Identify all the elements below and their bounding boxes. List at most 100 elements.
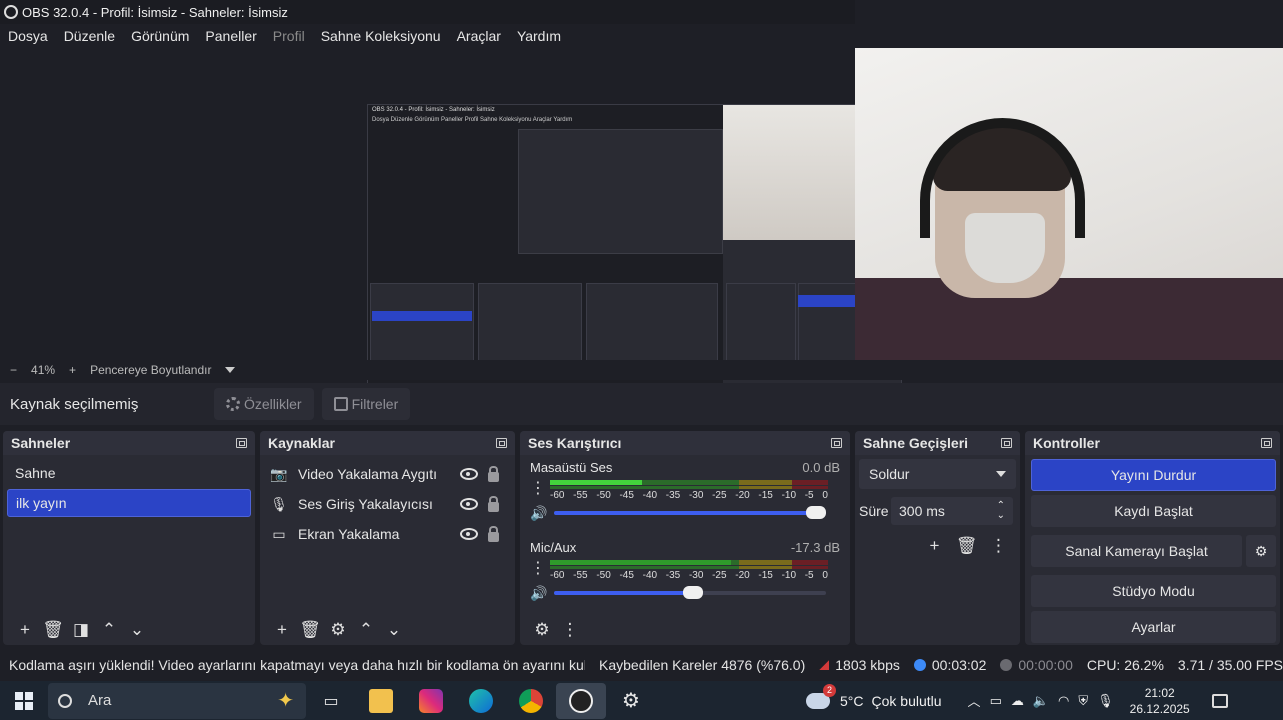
stop-streaming-button[interactable]: Yayını Durdur	[1031, 459, 1276, 491]
duration-input[interactable]: 300 ms ⌃ ⌄	[891, 497, 1013, 525]
move-down-icon[interactable]: ⌄	[123, 617, 151, 643]
source-item-audio-input[interactable]: 🎙 Ses Giriş Yakalayıcısı	[264, 489, 511, 519]
settings-gear-icon[interactable]: ⚙	[606, 683, 656, 719]
filters-button[interactable]: Filtreler	[321, 388, 411, 420]
zoom-out-button[interactable]: −	[10, 363, 17, 377]
undock-icon[interactable]	[236, 438, 247, 448]
volume-slider[interactable]	[554, 506, 826, 519]
taskbar-clock[interactable]: 21:02 26.12.2025	[1130, 685, 1190, 717]
record-time: 00:00:00	[1018, 657, 1073, 673]
trash-icon[interactable]: 🗑	[39, 617, 67, 643]
volume-slider[interactable]	[554, 586, 826, 599]
start-virtual-camera-button[interactable]: Sanal Kamerayı Başlat	[1031, 535, 1242, 567]
transition-select[interactable]: Soldur	[859, 459, 1016, 489]
encoder-warning: Kodlama aşırı yüklendi! Video ayarlarını…	[9, 657, 585, 673]
task-view-icon[interactable]: ▭	[306, 683, 356, 719]
kebab-menu-icon[interactable]: ⋮	[530, 481, 546, 497]
add-scene-button[interactable]: +	[11, 617, 39, 643]
advanced-audio-gear-icon[interactable]: ⚙	[528, 617, 556, 643]
menu-profile[interactable]: Profil	[265, 28, 313, 44]
scene-item-sahne[interactable]: Sahne	[7, 459, 251, 487]
move-down-icon[interactable]: ⌄	[380, 617, 408, 643]
chrome-icon[interactable]	[506, 683, 556, 719]
menu-view[interactable]: Görünüm	[123, 28, 197, 44]
battery-icon[interactable]: ▭	[990, 693, 1002, 709]
sources-dock: Kaynaklar 📷 Video Yakalama Aygıtı 🎙 Ses …	[260, 431, 515, 645]
lock-icon[interactable]	[488, 525, 499, 542]
webcam-mask	[965, 213, 1045, 283]
gear-icon	[226, 397, 240, 411]
instagram-icon[interactable]	[406, 683, 456, 719]
menu-help[interactable]: Yardım	[509, 28, 569, 44]
preview-canvas[interactable]: OBS 32.0.4 - Profil: İsimsiz - Sahneler:…	[367, 104, 902, 404]
taskbar-search[interactable]: Ara ✦	[48, 682, 306, 719]
start-button[interactable]	[0, 691, 48, 710]
kebab-menu-icon[interactable]: ⋮	[985, 533, 1013, 559]
kebab-menu-icon[interactable]: ⋮	[556, 617, 584, 643]
channel-db: -17.3 dB	[790, 539, 840, 555]
onedrive-cloud-icon[interactable]: ☁	[1011, 693, 1024, 709]
studio-mode-button[interactable]: Stüdyo Modu	[1031, 575, 1276, 607]
obs-taskbar-icon[interactable]	[556, 682, 606, 719]
kebab-menu-icon[interactable]: ⋮	[530, 561, 546, 577]
start-recording-button[interactable]: Kaydı Başlat	[1031, 495, 1276, 527]
file-explorer-icon[interactable]	[356, 683, 406, 719]
notification-icon[interactable]	[1211, 693, 1228, 708]
properties-button[interactable]: Özellikler	[214, 388, 314, 420]
move-up-icon[interactable]: ⌃	[95, 617, 123, 643]
menu-tools[interactable]: Araçlar	[449, 28, 509, 44]
speaker-icon[interactable]: 🔊	[530, 585, 548, 602]
scene-filters-icon[interactable]: ◨	[67, 617, 95, 643]
undock-icon[interactable]	[1261, 438, 1272, 448]
slider-knob[interactable]	[683, 586, 703, 599]
security-shield-icon[interactable]: ⛨	[1078, 693, 1088, 709]
gear-icon[interactable]: ⚙	[324, 617, 352, 643]
preview-area[interactable]: OBS 32.0.4 - Profil: İsimsiz - Sahneler:…	[0, 48, 1283, 404]
menu-scene-collection[interactable]: Sahne Koleksiyonu	[313, 28, 449, 44]
menu-docks[interactable]: Paneller	[197, 28, 264, 44]
record-timer: 00:00:00	[1000, 657, 1073, 673]
menu-edit[interactable]: Düzenle	[56, 28, 123, 44]
trash-icon[interactable]: 🗑	[953, 533, 981, 559]
undock-icon[interactable]	[1001, 438, 1012, 448]
zoom-in-button[interactable]: +	[69, 363, 76, 377]
chevron-down-icon[interactable]	[225, 367, 236, 373]
add-transition-button[interactable]: +	[921, 533, 949, 559]
dropped-frames: Kaybedilen Kareler 4876 (%76.0)	[599, 657, 806, 673]
weather-widget[interactable]: 2 5°C Çok bulutlu	[806, 683, 942, 709]
copilot-sparkle-icon: ✦	[277, 690, 294, 712]
source-item-screen-capture[interactable]: ▭ Ekran Yakalama	[264, 519, 511, 549]
add-source-button[interactable]: +	[268, 617, 296, 643]
cloud-icon: 2	[806, 683, 836, 709]
slider-knob[interactable]	[806, 506, 826, 519]
move-up-icon[interactable]: ⌃	[352, 617, 380, 643]
undock-icon[interactable]	[831, 438, 842, 448]
chevron-up-icon[interactable]: ︿	[968, 691, 981, 710]
lock-icon[interactable]	[488, 465, 499, 482]
settings-button[interactable]: Ayarlar	[1031, 611, 1276, 643]
scene-item-ilk-yayin[interactable]: ilk yayın	[7, 489, 251, 517]
stop-streaming-label: Yayını Durdur	[1110, 467, 1197, 483]
source-item-video-capture[interactable]: 📷 Video Yakalama Aygıtı	[264, 459, 511, 489]
edge-icon[interactable]	[456, 683, 506, 719]
start-virtual-camera-label: Sanal Kamerayı Başlat	[1065, 543, 1208, 559]
volume-icon[interactable]: 🔈	[1033, 693, 1049, 709]
speaker-icon[interactable]: 🔊	[530, 505, 548, 522]
eye-icon[interactable]	[460, 498, 478, 510]
mixer-channel-mic: Mic/Aux -17.3 dB ⋮ -60 -55 -50 -45 -40 -35 -30…	[524, 537, 846, 617]
fit-to-window[interactable]: Pencereye Boyutlandır	[90, 363, 211, 377]
eye-icon[interactable]	[460, 528, 478, 540]
undock-icon[interactable]	[496, 438, 507, 448]
menu-file[interactable]: Dosya	[0, 28, 56, 44]
virtual-camera-gear-icon[interactable]: ⚙	[1246, 535, 1276, 567]
system-tray: ︿ ▭ ☁ 🔈 ◠ ⛨ 🎙	[968, 691, 1114, 710]
context-bar: Kaynak seçilmemiş Özellikler Filtreler	[0, 383, 1283, 425]
trash-icon[interactable]: 🗑	[296, 617, 324, 643]
spin-arrows-icon[interactable]: ⌃ ⌄	[997, 501, 1005, 521]
lock-icon[interactable]	[488, 495, 499, 512]
eye-icon[interactable]	[460, 468, 478, 480]
meter-tick: -45	[619, 570, 634, 581]
meter-fill	[550, 560, 731, 565]
wifi-icon[interactable]: ◠	[1058, 693, 1069, 709]
microphone-tray-icon[interactable]: 🎙	[1097, 693, 1114, 709]
